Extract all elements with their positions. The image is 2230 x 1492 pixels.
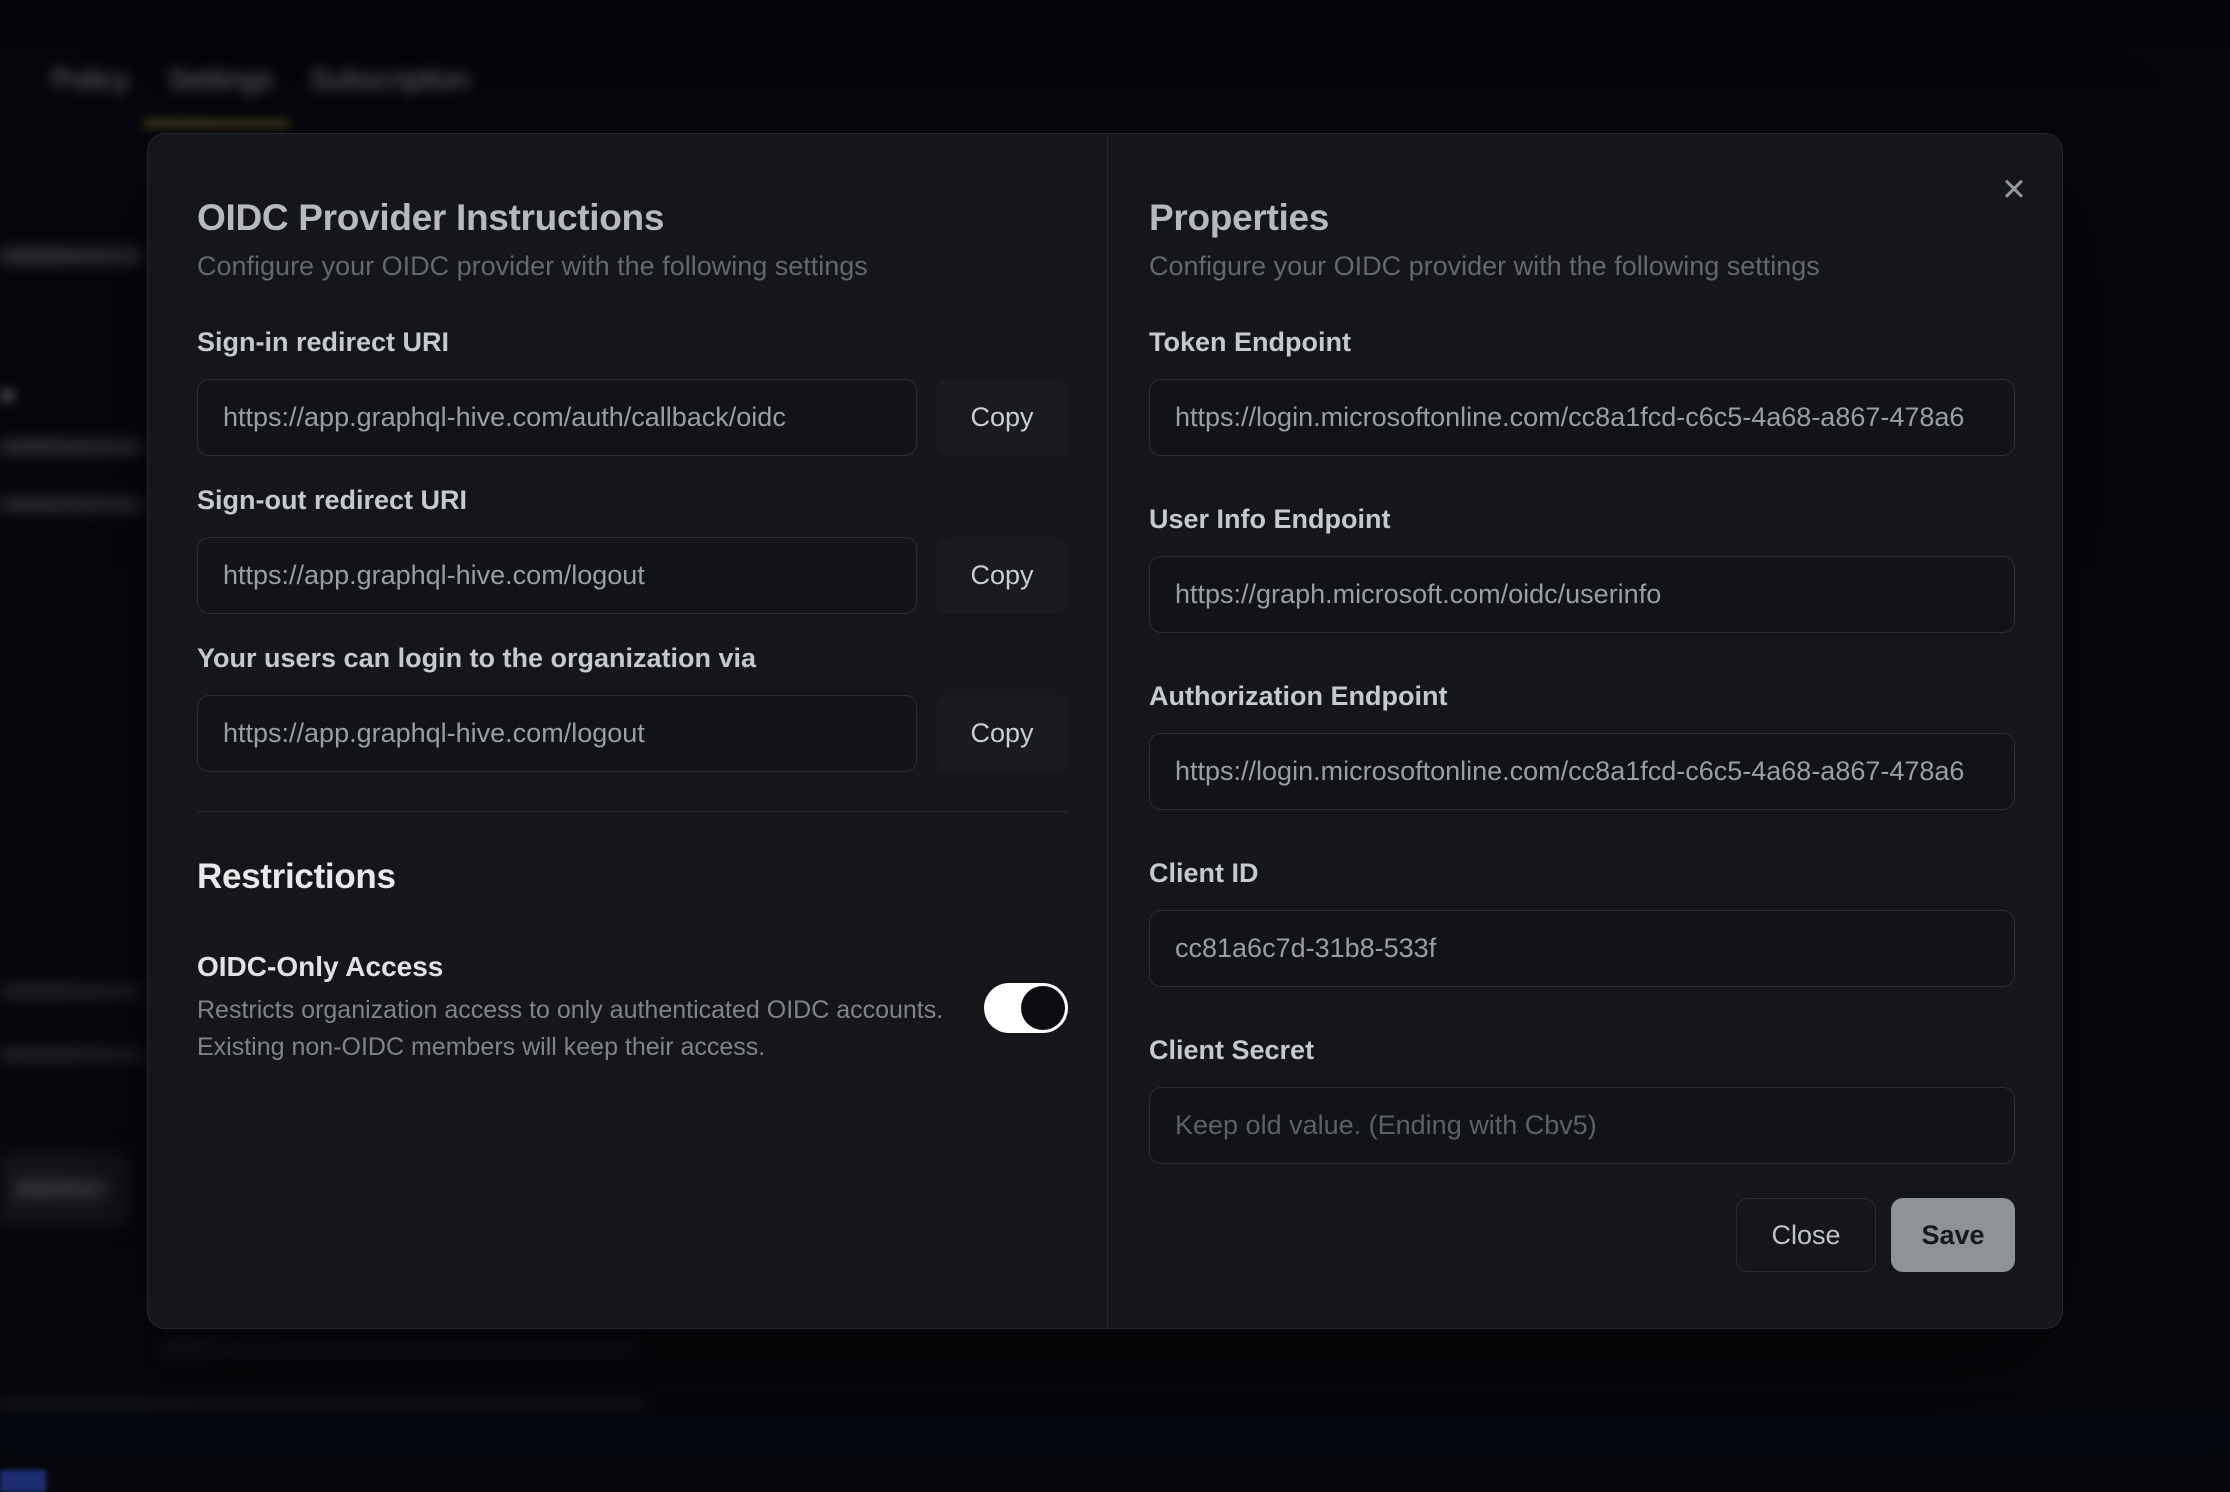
userinfo-endpoint-label: User Info Endpoint: [1149, 503, 2015, 535]
save-button[interactable]: Save: [1891, 1198, 2015, 1272]
client-secret-field: Client Secret: [1149, 1034, 2015, 1164]
token-endpoint-label: Token Endpoint: [1149, 326, 2015, 358]
instructions-title: OIDC Provider Instructions: [197, 196, 1068, 240]
authorization-endpoint-label: Authorization Endpoint: [1149, 680, 2015, 712]
signout-redirect-label: Sign-out redirect URI: [197, 484, 1068, 516]
oidc-only-description-line1: Restricts organization access to only au…: [197, 992, 954, 1029]
signin-redirect-input[interactable]: [197, 379, 917, 456]
client-id-field: Client ID: [1149, 857, 2015, 987]
section-divider: [197, 811, 1068, 812]
token-endpoint-field: Token Endpoint: [1149, 326, 2015, 456]
authorization-endpoint-input[interactable]: [1149, 733, 2015, 810]
oidc-settings-dialog: OIDC Provider Instructions Configure you…: [147, 133, 2063, 1329]
oidc-only-access-label: OIDC-Only Access: [197, 950, 954, 984]
instructions-subtitle: Configure your OIDC provider with the fo…: [197, 250, 1068, 282]
close-button[interactable]: Close: [1736, 1198, 1876, 1272]
signout-redirect-input[interactable]: [197, 537, 917, 614]
userinfo-endpoint-field: User Info Endpoint: [1149, 503, 2015, 633]
copy-button[interactable]: Copy: [936, 379, 1068, 456]
login-url-label: Your users can login to the organization…: [197, 642, 1068, 674]
signout-redirect-field: Sign-out redirect URI Copy: [197, 484, 1068, 614]
login-url-input[interactable]: [197, 695, 917, 772]
close-icon[interactable]: ✕: [1988, 164, 2040, 216]
client-id-label: Client ID: [1149, 857, 2015, 889]
client-secret-label: Client Secret: [1149, 1034, 2015, 1066]
copy-button[interactable]: Copy: [936, 537, 1068, 614]
properties-subtitle: Configure your OIDC provider with the fo…: [1149, 250, 2015, 282]
authorization-endpoint-field: Authorization Endpoint: [1149, 680, 2015, 810]
dialog-footer: Close Save: [1149, 1198, 2015, 1272]
oidc-only-access-row: OIDC-Only Access Restricts organization …: [197, 950, 1068, 1066]
login-url-field: Your users can login to the organization…: [197, 642, 1068, 772]
client-id-input[interactable]: [1149, 910, 2015, 987]
oidc-only-description-line2: Existing non-OIDC members will keep thei…: [197, 1029, 954, 1066]
toggle-knob: [1021, 986, 1065, 1030]
oidc-only-toggle[interactable]: [984, 983, 1068, 1033]
token-endpoint-input[interactable]: [1149, 379, 2015, 456]
userinfo-endpoint-input[interactable]: [1149, 556, 2015, 633]
properties-title: Properties: [1149, 196, 2015, 240]
restrictions-title: Restrictions: [197, 856, 1068, 898]
signin-redirect-field: Sign-in redirect URI Copy: [197, 326, 1068, 456]
copy-button[interactable]: Copy: [936, 695, 1068, 772]
instructions-section: OIDC Provider Instructions Configure you…: [148, 134, 1108, 1328]
client-secret-input[interactable]: [1149, 1087, 2015, 1164]
properties-section: Properties Configure your OIDC provider …: [1108, 134, 2062, 1328]
signin-redirect-label: Sign-in redirect URI: [197, 326, 1068, 358]
